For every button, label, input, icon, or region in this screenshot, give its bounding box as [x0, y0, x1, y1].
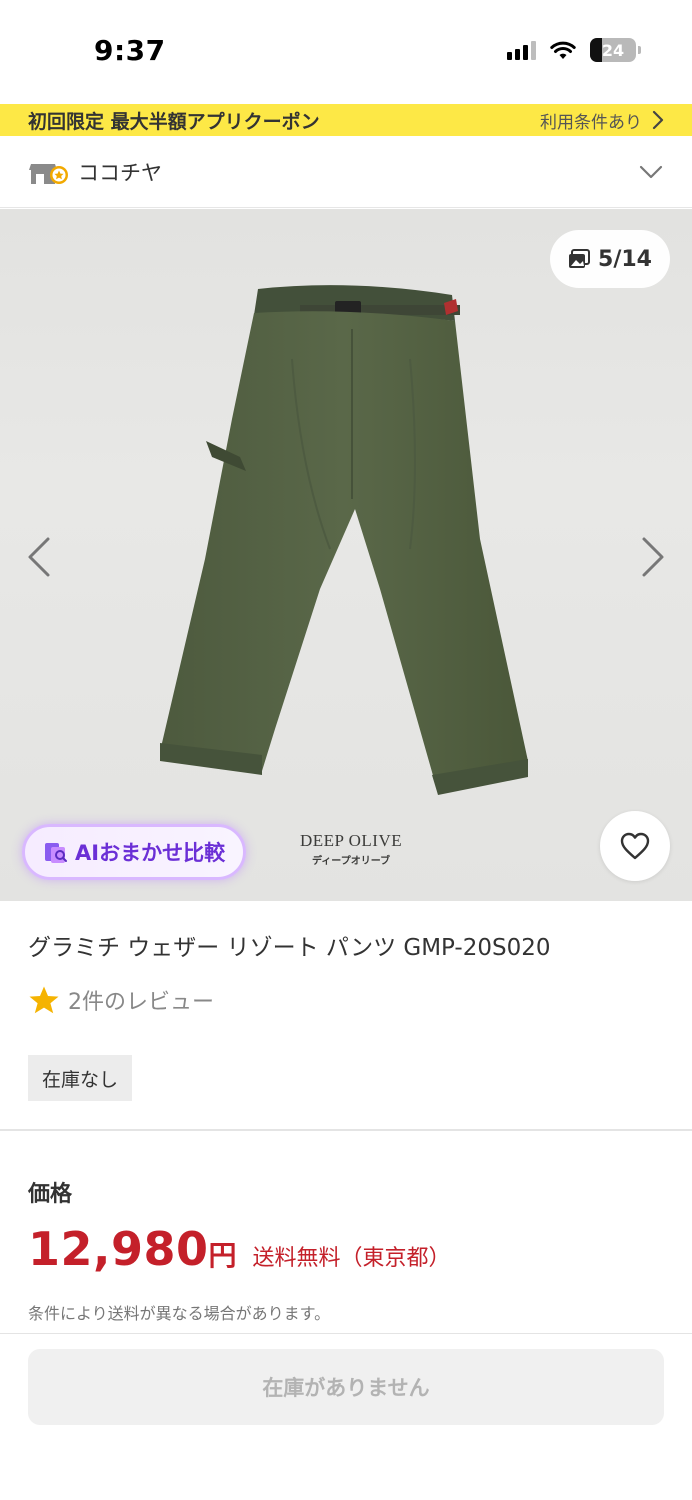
watermark-jp: ディープオリーブ: [312, 856, 391, 867]
section-divider: [0, 1129, 692, 1131]
watermark-en: DEEP OLIVE: [300, 831, 403, 850]
price-currency: 円: [208, 1239, 237, 1272]
battery-icon: 24: [590, 38, 641, 62]
image-counter-text: 5/14: [598, 246, 652, 272]
store-badge-icon: [28, 158, 70, 186]
product-image-carousel[interactable]: 5/14 AIおまかせ比較 DEEP OLIVE ディープオリーブ: [0, 209, 692, 901]
coupon-title: 初回限定 最大半額アプリクーポン: [28, 110, 320, 133]
reviews-text: 2件のレビュー: [68, 990, 214, 1015]
battery-level: 24: [601, 40, 625, 60]
coupon-terms-link[interactable]: 利用条件あり: [540, 108, 664, 133]
favorite-button[interactable]: [600, 811, 670, 881]
heart-icon: [620, 832, 650, 860]
ai-compare-icon: [45, 843, 67, 863]
shipping-info: 送料無料（東京都）: [252, 1246, 451, 1271]
shop-name: ココチヤ: [78, 160, 162, 185]
image-counter[interactable]: 5/14: [550, 230, 670, 288]
shipping-note: 条件により送料が異なる場合があります。: [28, 1304, 331, 1323]
coupon-banner[interactable]: 初回限定 最大半額アプリクーポン 利用条件あり: [0, 104, 692, 136]
chevron-right-icon: [652, 110, 664, 130]
product-title: グラミチ ウェザー リゾート パンツ GMP-20S020: [28, 935, 551, 961]
cellular-signal-icon: [507, 40, 536, 60]
price-label: 価格: [28, 1182, 73, 1207]
shop-row[interactable]: ココチヤ: [0, 136, 692, 208]
ai-compare-button[interactable]: AIおまかせ比較: [22, 824, 247, 880]
chevron-down-icon[interactable]: [638, 159, 664, 185]
chevron-left-icon[interactable]: [24, 535, 54, 579]
out-of-stock-button[interactable]: 在庫がありません: [28, 1349, 664, 1425]
star-icon: [29, 986, 59, 1014]
stock-status-badge: 在庫なし: [28, 1055, 133, 1101]
status-time: 9:37: [94, 34, 166, 67]
chevron-right-icon[interactable]: [638, 535, 668, 579]
price-value: 12,980: [28, 1222, 209, 1276]
status-icons: 24: [507, 38, 641, 62]
footer-divider: [0, 1333, 692, 1334]
wifi-icon: [550, 40, 576, 60]
ai-compare-label: AIおまかせ比較: [75, 841, 226, 865]
gallery-icon: [569, 249, 591, 268]
color-watermark: DEEP OLIVE ディープオリーブ: [300, 831, 402, 867]
coupon-terms-label: 利用条件あり: [540, 112, 642, 133]
status-bar: 9:37 24: [0, 0, 692, 104]
product-photo-pants: [160, 285, 528, 795]
reviews-link[interactable]: 2件のレビュー: [28, 984, 214, 1016]
price-row: 12,980 円 送料無料（東京都）: [28, 1222, 451, 1276]
